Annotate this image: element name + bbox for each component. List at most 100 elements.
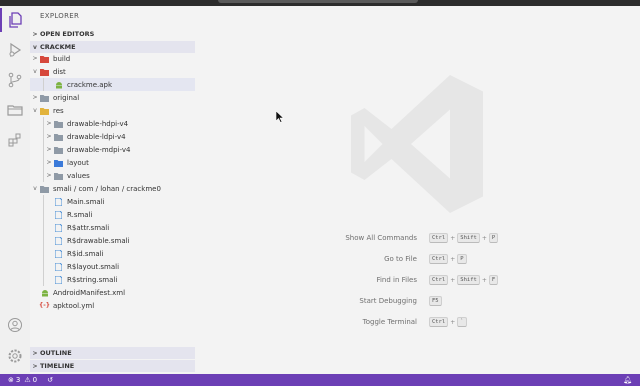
command-shortcut-row[interactable]: Toggle Terminal Ctrl + `	[195, 316, 640, 328]
folder-icon	[54, 172, 63, 180]
project-label: CRACKME	[40, 43, 76, 51]
tree-item[interactable]: R$id.smali	[30, 247, 195, 260]
tree-item[interactable]: v dist	[30, 65, 195, 78]
timeline-label: TIMELINE	[40, 362, 75, 370]
tree-item-label: R$string.smali	[67, 275, 118, 284]
command-label: Start Debugging	[359, 297, 417, 305]
command-shortcut-row[interactable]: Find in Files Ctrl + Shift + F	[195, 274, 640, 286]
tree-item-label: crackme.apk	[67, 80, 113, 89]
tree-item[interactable]: R$string.smali	[30, 273, 195, 286]
yaml-icon: {-}	[38, 302, 51, 309]
key-separator: +	[450, 318, 456, 326]
warning-icon: ⚠	[24, 376, 31, 384]
tree-item-label: R$id.smali	[67, 249, 104, 258]
key-cap: F	[488, 275, 499, 285]
folder-yellow-open-icon	[40, 107, 49, 115]
tree-item[interactable]: > original	[30, 91, 195, 104]
indent-guide	[43, 117, 44, 182]
outline-section[interactable]: > OUTLINE	[30, 347, 195, 359]
command-shortcut-row[interactable]: Show All Commands Ctrl + Shift + P	[195, 232, 640, 244]
timeline-section[interactable]: > TIMELINE	[30, 360, 195, 372]
tree-item[interactable]: R$attr.smali	[30, 221, 195, 234]
key-separator: +	[450, 255, 456, 263]
tree-item[interactable]: > build	[30, 52, 195, 65]
chevron-right-icon: >	[46, 133, 52, 140]
key-cap: `	[457, 317, 467, 327]
key-cap: Ctrl	[429, 233, 449, 243]
files-icon[interactable]	[0, 8, 25, 32]
tree-item-label: build	[53, 54, 71, 63]
folder-open-icon	[40, 185, 49, 193]
tree-item[interactable]: R$layout.smali	[30, 260, 195, 273]
chevron-down-icon: v	[33, 43, 37, 51]
tree-item-label: smali / com / lohan / crackme0	[53, 184, 161, 193]
open-editors-label: OPEN EDITORS	[40, 30, 95, 38]
key-separator: +	[450, 234, 456, 242]
tree-item-label: layout	[67, 158, 89, 167]
key-cap: P	[457, 254, 467, 264]
outline-label: OUTLINE	[40, 349, 72, 357]
keybinding: F5	[429, 296, 442, 306]
file-icon	[54, 236, 63, 245]
file-icon	[54, 223, 63, 232]
key-cap: Shift	[457, 233, 480, 243]
keybinding: Ctrl + `	[429, 317, 467, 327]
history-icon[interactable]: ↺	[47, 376, 53, 384]
account-icon[interactable]	[5, 315, 25, 335]
mouse-pointer-icon	[276, 111, 284, 123]
error-icon: ⊗	[8, 376, 14, 384]
tree-item[interactable]: {-} apktool.yml	[30, 299, 195, 312]
tree-item-label: dist	[53, 67, 66, 76]
tree-item-label: values	[67, 171, 90, 180]
tree-item[interactable]: R$drawable.smali	[30, 234, 195, 247]
android-icon	[40, 289, 49, 297]
chevron-right-icon: >	[46, 159, 52, 166]
tree-item[interactable]: crackme.apk	[30, 78, 195, 91]
tree-item-label: AndroidManifest.xml	[53, 288, 126, 297]
chevron-right-icon: >	[32, 362, 38, 370]
key-separator: +	[481, 234, 487, 242]
tree-item[interactable]: > drawable-mdpi-v4	[30, 143, 195, 156]
tree-item[interactable]: v res	[30, 104, 195, 117]
tree-item-label: R$drawable.smali	[67, 236, 130, 245]
command-shortcut-row[interactable]: Start Debugging F5	[195, 295, 640, 307]
tree-item[interactable]: > layout	[30, 156, 195, 169]
source-control-icon[interactable]	[5, 70, 25, 90]
command-center[interactable]	[218, 0, 418, 3]
keybinding: Ctrl + Shift + F	[429, 275, 499, 285]
command-shortcut-row[interactable]: Go to File Ctrl + P	[195, 253, 640, 265]
notifications-bell-icon[interactable]: 🔔︎	[623, 376, 632, 384]
tree-item[interactable]: R.smali	[30, 208, 195, 221]
key-cap: Ctrl	[429, 254, 449, 264]
chevron-right-icon: >	[46, 120, 52, 127]
tree-item[interactable]: > drawable-ldpi-v4	[30, 130, 195, 143]
chevron-right-icon: >	[46, 172, 52, 179]
folder-icon	[54, 133, 63, 141]
key-cap: Shift	[457, 275, 480, 285]
key-cap: F5	[429, 296, 442, 306]
run-debug-icon[interactable]	[5, 40, 25, 60]
folder-icon[interactable]	[5, 100, 25, 120]
key-cap: Ctrl	[429, 317, 449, 327]
tree-item-label: R$attr.smali	[67, 223, 110, 232]
warning-count: 0	[32, 376, 38, 384]
tree-item-label: drawable-ldpi-v4	[67, 132, 126, 141]
problems-indicator[interactable]: ⊗ 3 ⚠ 0	[8, 376, 37, 384]
chevron-down-icon: v	[33, 107, 37, 114]
key-cap: P	[488, 233, 499, 243]
tree-item[interactable]: > values	[30, 169, 195, 182]
command-label: Go to File	[384, 255, 417, 263]
editor-area: Show All Commands Ctrl + Shift + P Go to File C…	[195, 6, 640, 374]
tree-item[interactable]: AndroidManifest.xml	[30, 286, 195, 299]
chevron-right-icon: >	[32, 30, 38, 38]
tree-item[interactable]: v smali / com / lohan / crackme0	[30, 182, 195, 195]
settings-gear-icon[interactable]	[5, 346, 25, 366]
file-icon	[54, 275, 63, 284]
extensions-icon[interactable]	[5, 130, 25, 150]
open-editors-section[interactable]: > OPEN EDITORS	[30, 28, 195, 40]
key-cap: Ctrl	[429, 275, 449, 285]
folder-icon	[40, 94, 49, 102]
tree-item[interactable]: Main.smali	[30, 195, 195, 208]
tree-item[interactable]: > drawable-hdpi-v4	[30, 117, 195, 130]
chevron-down-icon: v	[33, 185, 37, 192]
